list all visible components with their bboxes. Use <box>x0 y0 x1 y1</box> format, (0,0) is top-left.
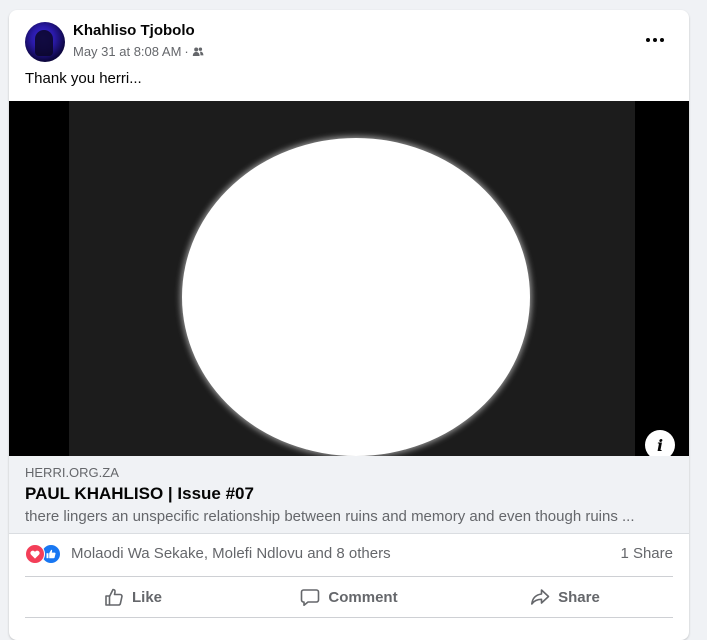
share-button[interactable]: Share <box>457 577 673 617</box>
meta-separator: · <box>184 44 189 59</box>
more-options-button[interactable] <box>643 30 667 50</box>
comment-label: Comment <box>328 588 398 606</box>
comment-button[interactable]: Comment <box>241 577 457 617</box>
link-domain: HERRI.ORG.ZA <box>25 465 119 480</box>
share-arrow-icon <box>531 589 550 605</box>
link-image[interactable]: i <box>9 101 689 456</box>
post-meta: May 31 at 8:08 AM · <box>73 44 204 59</box>
like-label: Like <box>131 588 162 606</box>
post-header: Khahliso Tjobolo May 31 at 8:08 AM · <box>9 10 689 70</box>
link-preview[interactable]: HERRI.ORG.ZA PAUL KHAHLISO | Issue #07 t… <box>9 456 689 534</box>
action-bar: Like Comment Share <box>25 577 673 618</box>
white-circle <box>182 138 530 456</box>
friends-icon[interactable] <box>192 46 204 58</box>
reaction-icons[interactable] <box>25 544 65 564</box>
link-title[interactable]: PAUL KHAHLISO | Issue #07 <box>25 484 254 504</box>
thumbs-up-icon <box>105 588 123 606</box>
avatar[interactable] <box>25 22 65 62</box>
avatar-silhouette <box>35 30 53 56</box>
info-button[interactable]: i <box>645 430 675 456</box>
post-caption: Thank you herri... <box>25 70 142 87</box>
comment-icon <box>301 589 320 606</box>
link-description: there lingers an unspecific relationship… <box>25 508 635 525</box>
post-card: Khahliso Tjobolo May 31 at 8:08 AM · Tha… <box>9 10 689 640</box>
ellipsis-icon <box>646 38 664 42</box>
author-name[interactable]: Khahliso Tjobolo <box>73 22 195 39</box>
share-count[interactable]: 1 Share <box>620 545 673 562</box>
timestamp[interactable]: May 31 at 8:08 AM <box>73 44 181 59</box>
reaction-names[interactable]: Molaodi Wa Sekake, Molefi Ndlovu and 8 o… <box>71 545 391 562</box>
reactions-bar: Molaodi Wa Sekake, Molefi Ndlovu and 8 o… <box>25 534 673 577</box>
love-icon <box>25 544 45 564</box>
like-button[interactable]: Like <box>25 577 241 617</box>
share-label: Share <box>558 588 600 606</box>
